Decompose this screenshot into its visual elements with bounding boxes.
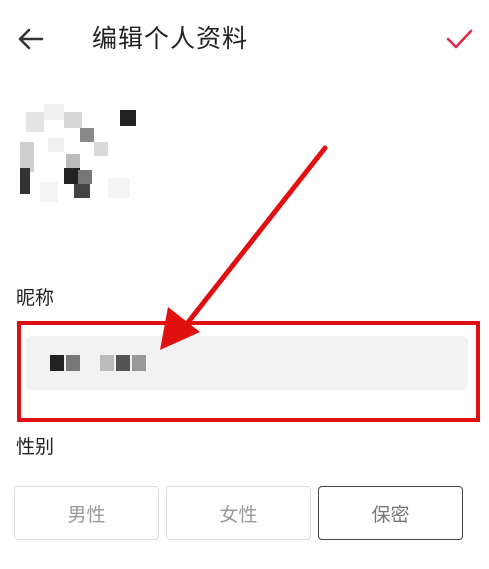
red-arrow-annotation [160, 145, 328, 350]
nickname-label: 昵称 [16, 287, 55, 309]
gender-label: 性别 [16, 436, 55, 458]
back-arrow-icon[interactable] [14, 22, 48, 56]
gender-option-secret[interactable]: 保密 [318, 486, 463, 540]
confirm-checkmark-icon[interactable] [442, 22, 476, 56]
avatar[interactable] [20, 98, 140, 218]
gender-option-male[interactable]: 男性 [14, 486, 159, 540]
gender-option-female[interactable]: 女性 [166, 486, 311, 540]
app-header: 编辑个人资料 [0, 0, 489, 80]
gender-selector: 男性 女性 保密 [14, 486, 463, 540]
nickname-value-pixelated [50, 355, 146, 371]
nickname-input[interactable] [26, 336, 468, 390]
page-title: 编辑个人资料 [92, 24, 249, 53]
